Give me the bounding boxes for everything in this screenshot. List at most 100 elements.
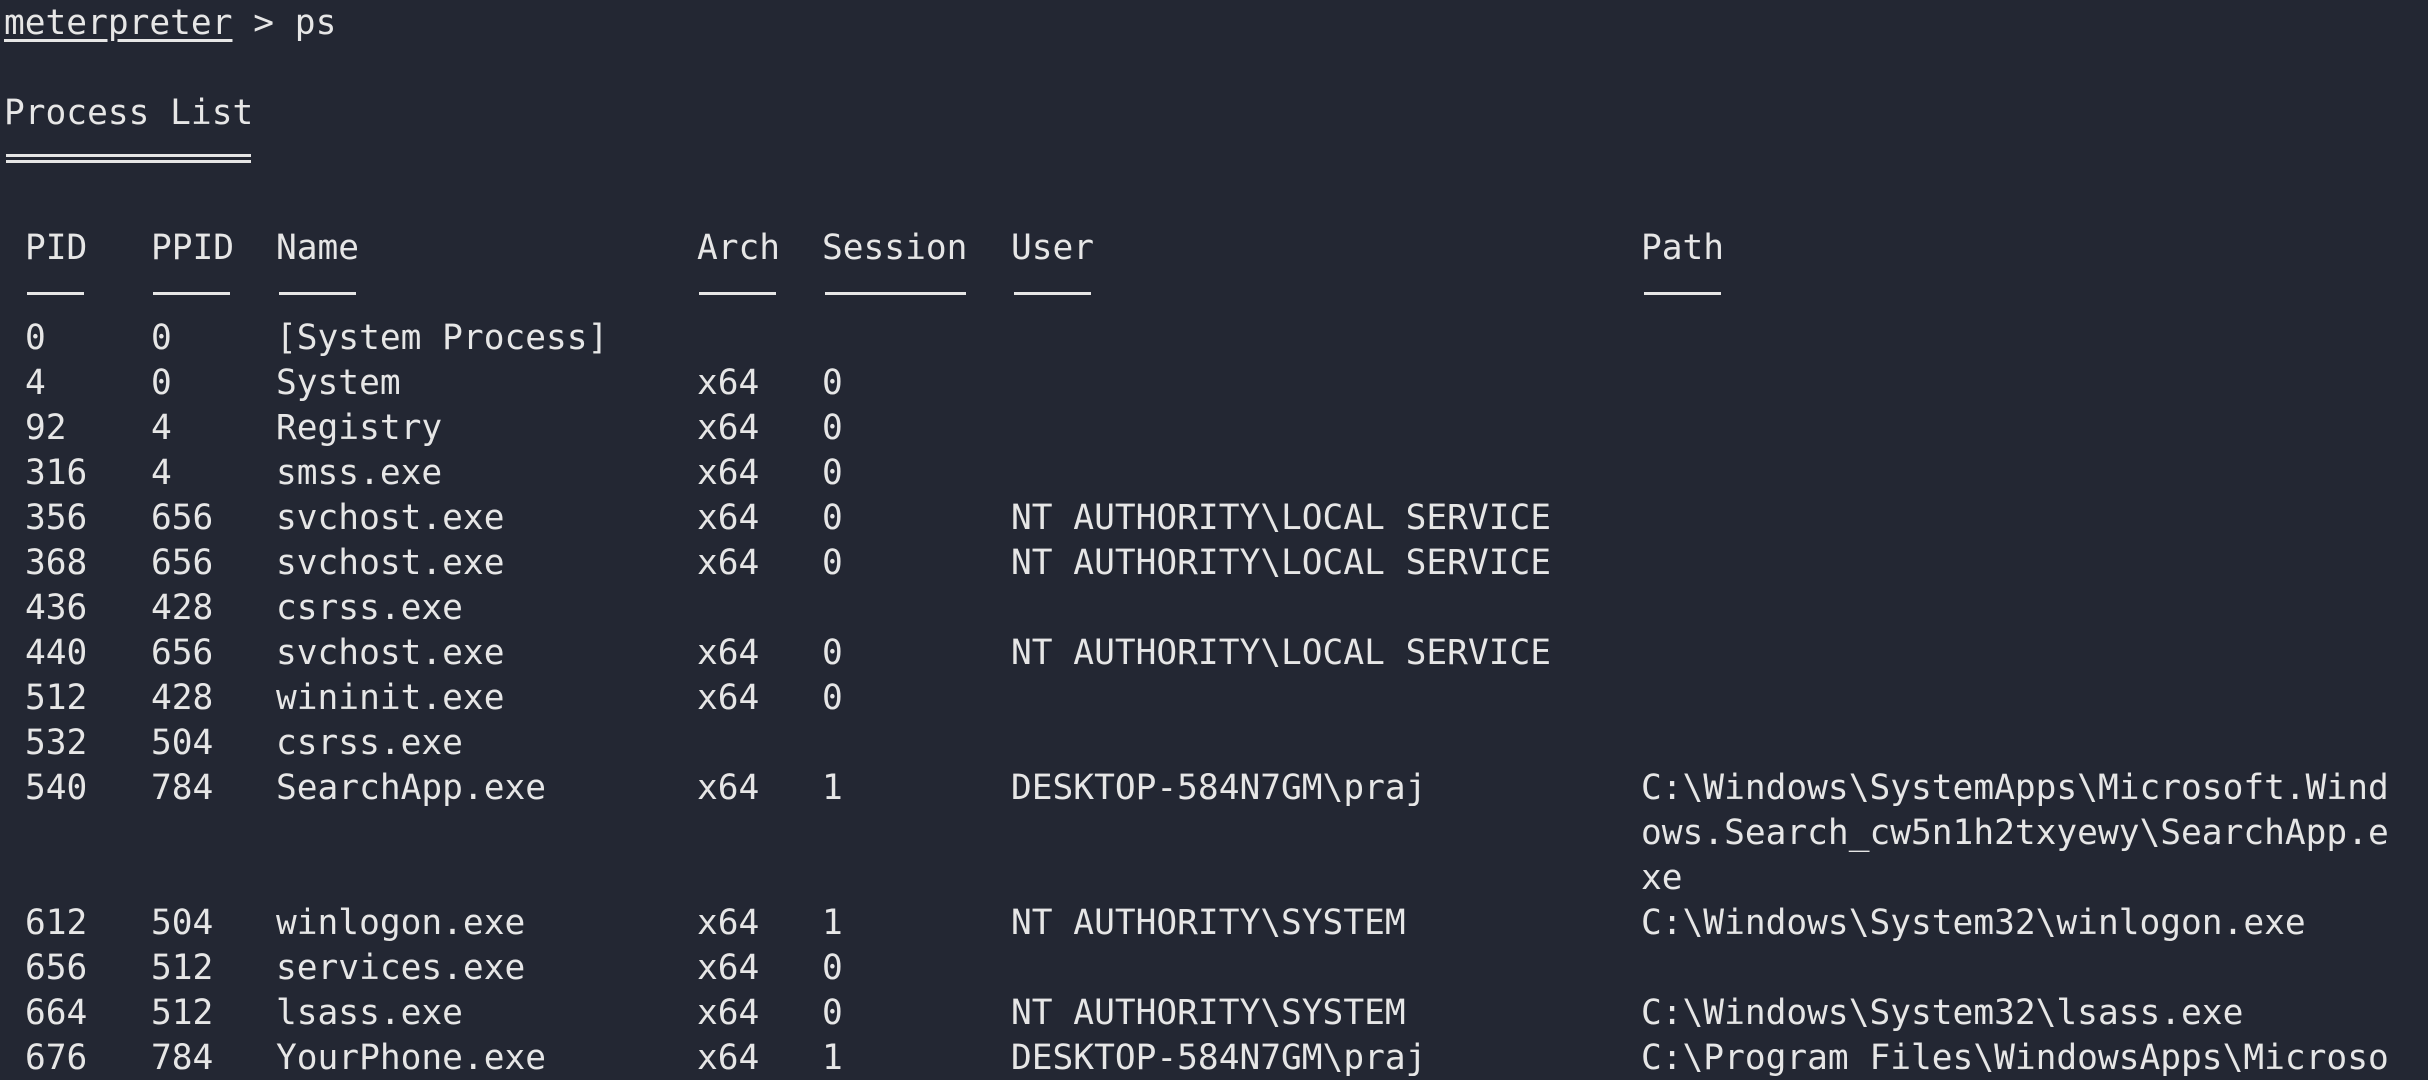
cell-path: C:\Program Files\WindowsApps\Microso xyxy=(1641,1038,2389,1078)
cell-session: 0 xyxy=(822,948,843,988)
cell-ppid: 784 xyxy=(151,768,214,808)
cell-arch: x64 xyxy=(697,543,760,583)
cell-ppid: 0 xyxy=(151,318,172,358)
cell-name: csrss.exe xyxy=(276,723,463,763)
cell-user: NT AUTHORITY\LOCAL SERVICE xyxy=(1011,543,1552,583)
terminal-window[interactable]: meterpreter > ps Process List PID PPID N… xyxy=(0,0,2428,1080)
column-rule-name xyxy=(279,292,356,295)
cell-ppid: 428 xyxy=(151,678,214,718)
cell-ppid: 512 xyxy=(151,993,214,1033)
cell-session: 0 xyxy=(822,993,843,1033)
cell-session: 0 xyxy=(822,363,843,403)
cell-user: DESKTOP-584N7GM\praj xyxy=(1011,768,1427,808)
cell-pid: 440 xyxy=(25,633,88,673)
cell-pid: 532 xyxy=(25,723,88,763)
column-rule-path xyxy=(1644,292,1721,295)
cell-pid: 4 xyxy=(25,363,46,403)
table-row: 316 4 smss.exe x64 0 xyxy=(0,451,2428,496)
cell-ppid: 504 xyxy=(151,723,214,763)
column-header-ppid: PPID xyxy=(151,228,235,268)
cell-pid: 612 xyxy=(25,903,88,943)
column-header-pid: PID xyxy=(25,228,88,268)
cell-pid: 656 xyxy=(25,948,88,988)
cell-pid: 316 xyxy=(25,453,88,493)
table-row: 440 656 svchost.exe x64 0 NT AUTHORITY\LOCAL … xyxy=(0,631,2428,676)
cell-arch: x64 xyxy=(697,678,760,718)
column-rule-session xyxy=(825,292,966,295)
cell-arch: x64 xyxy=(697,993,760,1033)
table-row: 512 428 wininit.exe x64 0 xyxy=(0,676,2428,721)
cell-name: services.exe xyxy=(276,948,526,988)
table-row: 540 784 SearchApp.exe x64 1 DESKTOP-584N7GM\p… xyxy=(0,766,2428,901)
table-row: 664 512 lsass.exe x64 0 NT AUTHORITY\SYSTEM C:… xyxy=(0,991,2428,1036)
cell-arch: x64 xyxy=(697,1038,760,1078)
cell-ppid: 656 xyxy=(151,498,214,538)
table-row: 676 784 YourPhone.exe x64 1 DESKTOP-584N7GM\p… xyxy=(0,1036,2428,1080)
process-table-body: 0 0 [System Process] 4 0 System x64 0 92 4 Registr… xyxy=(0,316,2428,1080)
cell-session: 1 xyxy=(822,1038,843,1078)
cell-ppid: 428 xyxy=(151,588,214,628)
cell-path: C:\Windows\System32\lsass.exe xyxy=(1641,993,2244,1033)
cell-session: 0 xyxy=(822,678,843,718)
cell-name: YourPhone.exe xyxy=(276,1038,547,1078)
cell-arch: x64 xyxy=(697,948,760,988)
cell-user: NT AUTHORITY\LOCAL SERVICE xyxy=(1011,633,1552,673)
column-header-arch: Arch xyxy=(697,228,781,268)
cell-session: 0 xyxy=(822,453,843,493)
cell-user: NT AUTHORITY\LOCAL SERVICE xyxy=(1011,498,1552,538)
table-row: 612 504 winlogon.exe x64 1 NT AUTHORITY\SYSTE… xyxy=(0,901,2428,946)
column-header-user: User xyxy=(1011,228,1095,268)
cell-name: System xyxy=(276,363,401,403)
column-header-session: Session xyxy=(822,228,968,268)
cell-pid: 92 xyxy=(25,408,67,448)
table-row: 436 428 csrss.exe xyxy=(0,586,2428,631)
cell-ppid: 4 xyxy=(151,408,172,448)
table-row: 92 4 Registry x64 0 xyxy=(0,406,2428,451)
cell-arch: x64 xyxy=(697,903,760,943)
column-rule-user xyxy=(1014,292,1091,295)
cell-ppid: 656 xyxy=(151,633,214,673)
table-row: 656 512 services.exe x64 0 xyxy=(0,946,2428,991)
cell-name: csrss.exe xyxy=(276,588,463,628)
cell-name: winlogon.exe xyxy=(276,903,526,943)
title-double-underline xyxy=(6,154,251,163)
cell-session: 0 xyxy=(822,633,843,673)
column-rule-ppid xyxy=(153,292,230,295)
cell-user: NT AUTHORITY\SYSTEM xyxy=(1011,993,1406,1033)
column-rule-pid xyxy=(27,292,84,295)
cell-session: 1 xyxy=(822,903,843,943)
cell-name: svchost.exe xyxy=(276,633,505,673)
cell-pid: 676 xyxy=(25,1038,88,1078)
cell-pid: 512 xyxy=(25,678,88,718)
column-rule-arch xyxy=(699,292,776,295)
prompt-command: ps xyxy=(294,3,337,43)
cell-name: svchost.exe xyxy=(276,543,505,583)
cell-user: DESKTOP-584N7GM\praj xyxy=(1011,1038,1427,1078)
cell-ppid: 504 xyxy=(151,903,214,943)
cell-arch: x64 xyxy=(697,768,760,808)
table-row: 0 0 [System Process] xyxy=(0,316,2428,361)
table-row: 4 0 System x64 0 xyxy=(0,361,2428,406)
cell-arch: x64 xyxy=(697,363,760,403)
cell-ppid: 4 xyxy=(151,453,172,493)
prompt-name: meterpreter xyxy=(4,3,233,43)
cell-ppid: 0 xyxy=(151,363,172,403)
cell-arch: x64 xyxy=(697,453,760,493)
cell-ppid: 512 xyxy=(151,948,214,988)
table-row: 368 656 svchost.exe x64 0 NT AUTHORITY\LOCAL … xyxy=(0,541,2428,586)
cell-pid: 540 xyxy=(25,768,88,808)
column-header-name: Name xyxy=(276,228,360,268)
cell-pid: 664 xyxy=(25,993,88,1033)
cell-pid: 356 xyxy=(25,498,88,538)
cell-ppid: 656 xyxy=(151,543,214,583)
cell-session: 0 xyxy=(822,498,843,538)
cell-ppid: 784 xyxy=(151,1038,214,1078)
cell-arch: x64 xyxy=(697,498,760,538)
cell-path: ows.Search_cw5n1h2txyewy\SearchApp.e xyxy=(1641,813,2389,853)
cell-path: xe xyxy=(1641,858,1683,898)
cell-session: 0 xyxy=(822,408,843,448)
cell-name: [System Process] xyxy=(276,318,609,358)
cell-name: wininit.exe xyxy=(276,678,505,718)
cell-path: C:\Windows\SystemApps\Microsoft.Wind xyxy=(1641,768,2389,808)
cell-arch: x64 xyxy=(697,633,760,673)
